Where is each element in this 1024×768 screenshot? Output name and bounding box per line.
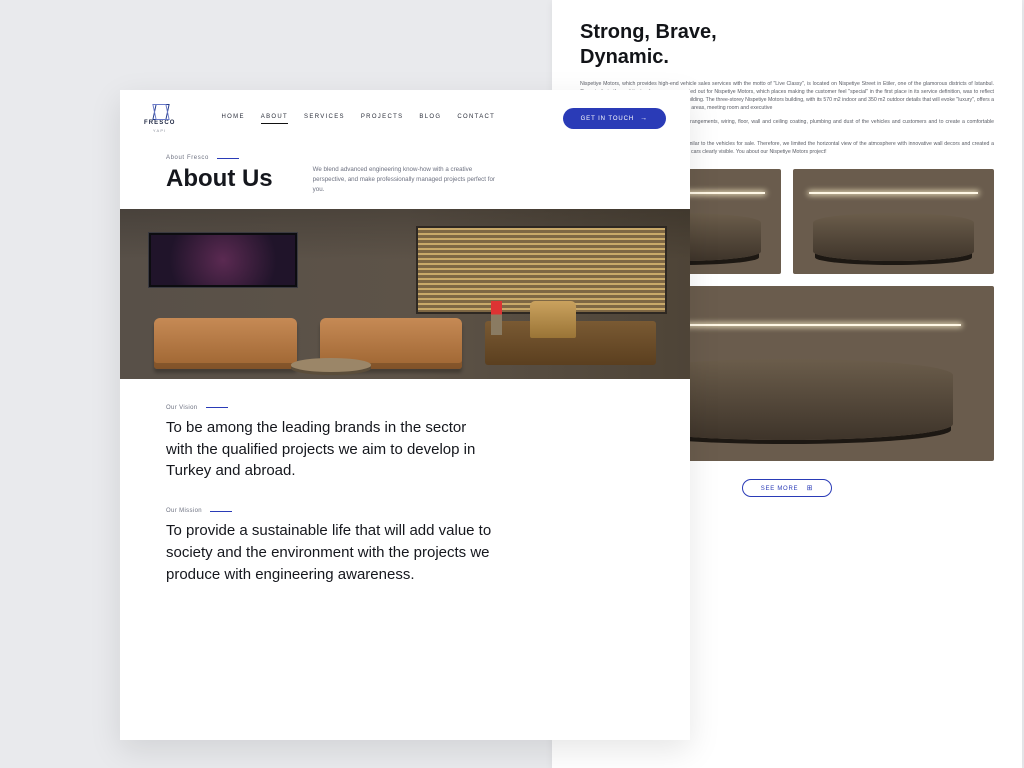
- nav-contact[interactable]: CONTACT: [457, 114, 495, 124]
- get-in-touch-button[interactable]: GET IN TOUCH →: [563, 108, 666, 129]
- eyebrow-text: About Fresco: [166, 155, 209, 161]
- about-eyebrow: About Fresco: [166, 155, 273, 161]
- mission-label-row: Our Mission: [166, 508, 644, 514]
- logo-mark-icon: [154, 104, 166, 118]
- nav-about[interactable]: ABOUT: [261, 114, 288, 124]
- cta-label: GET IN TOUCH: [581, 116, 634, 122]
- coffee-table: [291, 358, 371, 372]
- mission-text: To provide a sustainable life that will …: [166, 520, 496, 585]
- about-page: FRESCO YAPI HOME ABOUT SERVICES PROJECTS…: [120, 90, 690, 740]
- mission-label: Our Mission: [166, 508, 202, 514]
- nav-home[interactable]: HOME: [221, 114, 244, 124]
- exec-chair: [530, 301, 576, 338]
- dash-icon: [210, 511, 232, 512]
- project-title: Strong, Brave, Dynamic.: [580, 20, 994, 70]
- vision-text: To be among the leading brands in the se…: [166, 417, 496, 482]
- nav-projects[interactable]: PROJECTS: [361, 114, 404, 124]
- see-more-label: SEE MORE: [761, 486, 798, 492]
- vision-label: Our Vision: [166, 405, 198, 411]
- primary-nav: HOME ABOUT SERVICES PROJECTS BLOG CONTAC…: [221, 114, 538, 124]
- see-more-button[interactable]: SEE MORE ⊞: [742, 479, 832, 497]
- office-photo: [120, 209, 690, 379]
- mission-block: Our Mission To provide a sustainable lif…: [166, 508, 644, 585]
- arrow-right-icon: ⊞: [807, 485, 814, 492]
- gallery-image-2[interactable]: [793, 169, 994, 274]
- brand-name: FRESCO: [144, 120, 175, 126]
- about-hero-heading: About Fresco About Us We blend advanced …: [120, 143, 690, 205]
- vision-label-row: Our Vision: [166, 405, 644, 411]
- nav-blog[interactable]: BLOG: [419, 114, 441, 124]
- vision-block: Our Vision To be among the leading brand…: [166, 405, 644, 482]
- arrow-right-icon: →: [640, 115, 648, 122]
- sofa-left: [154, 318, 297, 369]
- dash-icon: [206, 407, 228, 408]
- wall-screen: [149, 233, 297, 287]
- site-header: FRESCO YAPI HOME ABOUT SERVICES PROJECTS…: [120, 90, 690, 143]
- flag: [491, 301, 502, 335]
- about-heading-left: About Fresco About Us: [166, 155, 273, 195]
- brand-logo[interactable]: FRESCO YAPI: [144, 104, 175, 133]
- brand-subname: YAPI: [153, 128, 167, 133]
- about-body: Our Vision To be among the leading brand…: [120, 379, 690, 612]
- about-blurb: We blend advanced engineering know-how w…: [313, 165, 503, 195]
- dash-icon: [217, 158, 239, 159]
- about-hero-image: [120, 209, 690, 379]
- nav-services[interactable]: SERVICES: [304, 114, 345, 124]
- page-title: About Us: [166, 165, 273, 193]
